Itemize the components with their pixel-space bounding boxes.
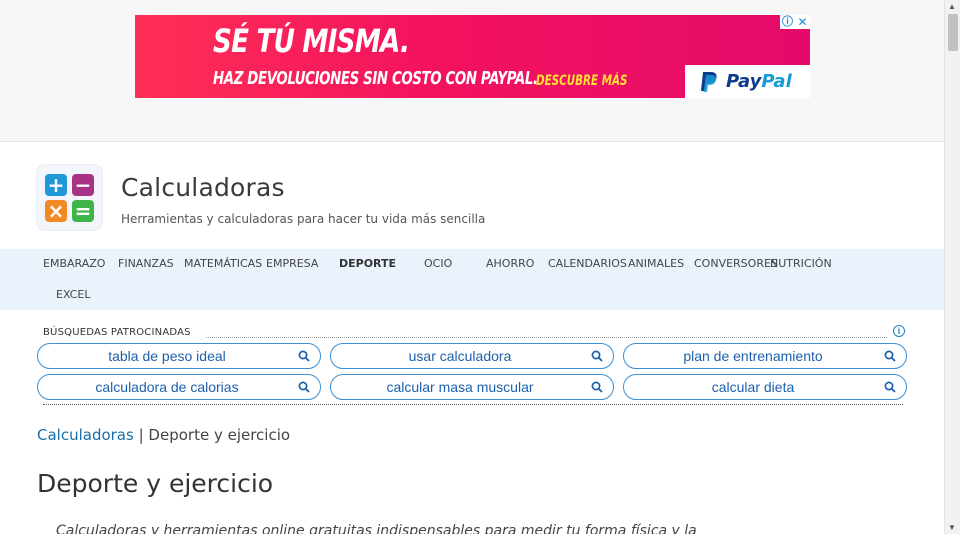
- breadcrumb: Calculadoras | Deporte y ejercicio: [37, 426, 290, 444]
- nav-item-deporte[interactable]: DEPORTE: [339, 257, 396, 270]
- times-icon: ×: [45, 200, 67, 222]
- sponsored-search-text: calculadora de calorias: [95, 379, 239, 395]
- breadcrumb-current: Deporte y ejercicio: [148, 426, 291, 444]
- ad-paypal-logo: PayPal: [685, 65, 810, 98]
- page-title: Deporte y ejercicio: [37, 469, 274, 498]
- page-intro: Calculadoras y herramientas online gratu…: [56, 523, 697, 534]
- ad-strip: SÉ TÚ MISMA. HAZ DEVOLUCIONES SIN COSTO …: [0, 0, 944, 142]
- nav-item-calendarios[interactable]: CALENDARIOS: [548, 257, 627, 270]
- sponsored-bottom-divider: [43, 404, 903, 405]
- search-icon: [298, 381, 310, 393]
- ad-headline: SÉ TÚ MISMA.: [213, 22, 410, 60]
- nav-item-finanzas[interactable]: FINANZAS: [118, 257, 174, 270]
- sponsored-search-text: plan de entrenamiento: [683, 348, 823, 364]
- scroll-thumb[interactable]: [948, 14, 958, 51]
- sponsored-search-pill[interactable]: usar calculadora: [330, 343, 614, 369]
- breadcrumb-separator: |: [133, 426, 149, 444]
- sponsored-divider: [206, 337, 887, 338]
- scrollbar[interactable]: ▲ ▼: [944, 0, 960, 534]
- nav-item-empresa[interactable]: EMPRESA: [266, 257, 318, 270]
- search-icon: [884, 350, 896, 362]
- ad-close-icon[interactable]: ✕: [795, 15, 810, 29]
- search-icon: [591, 350, 603, 362]
- sponsored-search-pill[interactable]: tabla de peso ideal: [37, 343, 321, 369]
- sponsored-search-pill[interactable]: plan de entrenamiento: [623, 343, 907, 369]
- ad-brand-a: Pay: [726, 71, 762, 92]
- site-title[interactable]: Calculadoras: [121, 173, 285, 202]
- sponsored-search-pill[interactable]: calcular dieta: [623, 374, 907, 400]
- sponsored-search-text: calcular dieta: [711, 379, 795, 395]
- sponsored-search-pill[interactable]: calcular masa muscular: [330, 374, 614, 400]
- nav-item-ahorro[interactable]: AHORRO: [486, 257, 534, 270]
- site-tagline: Herramientas y calculadoras para hacer t…: [121, 212, 486, 226]
- ad-brand-b: Pal: [761, 71, 792, 92]
- site-logo[interactable]: + − × =: [37, 165, 102, 230]
- sponsored-search-text: calcular masa muscular: [386, 379, 534, 395]
- ad-cta[interactable]: DESCUBRE MÁS: [536, 73, 628, 89]
- ad-subline: HAZ DEVOLUCIONES SIN COSTO CON PAYPAL.: [213, 68, 538, 89]
- nav-item-animales[interactable]: ANIMALES: [628, 257, 684, 270]
- main-nav: EMBARAZO FINANZAS MATEMÁTICAS EMPRESA DE…: [0, 249, 944, 310]
- nav-item-nutricion[interactable]: NUTRICIÓN: [770, 257, 832, 270]
- ad-info-icon[interactable]: ⓘ: [780, 15, 795, 29]
- search-icon: [884, 381, 896, 393]
- nav-item-ocio[interactable]: OCIO: [424, 257, 452, 270]
- plus-icon: +: [45, 174, 67, 196]
- nav-item-matematicas[interactable]: MATEMÁTICAS: [184, 257, 262, 270]
- sponsored-search-pill[interactable]: calculadora de calorias: [37, 374, 321, 400]
- search-icon: [591, 381, 603, 393]
- nav-item-excel[interactable]: EXCEL: [56, 288, 90, 301]
- nav-item-conversores[interactable]: CONVERSORES: [694, 257, 778, 270]
- sponsored-label: BÚSQUEDAS PATROCINADAS: [43, 327, 191, 338]
- equals-icon: =: [72, 200, 94, 222]
- scroll-up-icon[interactable]: ▲: [948, 2, 956, 11]
- minus-icon: −: [72, 174, 94, 196]
- scroll-down-icon[interactable]: ▼: [948, 523, 956, 532]
- ad-paypal-wordmark: PayPal: [726, 71, 792, 92]
- search-icon: [298, 350, 310, 362]
- ad-banner[interactable]: SÉ TÚ MISMA. HAZ DEVOLUCIONES SIN COSTO …: [135, 15, 810, 98]
- sponsored-search-text: usar calculadora: [408, 348, 512, 364]
- sponsored-search-text: tabla de peso ideal: [108, 348, 226, 364]
- paypal-logo-icon: [701, 72, 717, 92]
- sponsored-info-icon[interactable]: i: [893, 325, 905, 337]
- nav-item-embarazo[interactable]: EMBARAZO: [43, 257, 105, 270]
- breadcrumb-home-link[interactable]: Calculadoras: [37, 426, 134, 444]
